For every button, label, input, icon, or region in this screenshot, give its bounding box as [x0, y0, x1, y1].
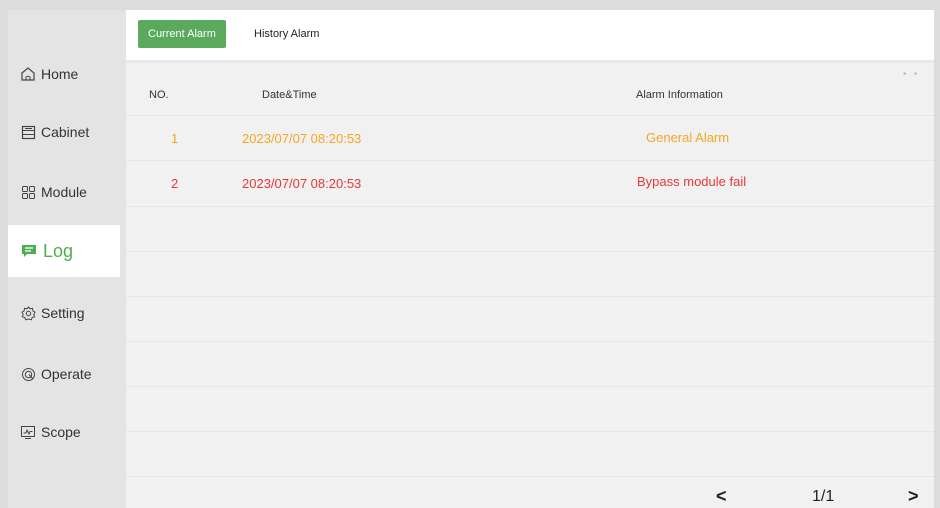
row-divider [126, 296, 934, 297]
sidebar-item-module[interactable]: Module [8, 166, 120, 218]
header-no: NO. [149, 89, 169, 101]
row-divider [126, 476, 934, 477]
row-no: 1 [171, 131, 179, 146]
row-datetime: 2023/07/07 08:20:53 [242, 176, 362, 191]
row-divider [126, 160, 934, 161]
alarm-table: ▪ ▪ NO. Date&Time Alarm Information 1 20… [126, 63, 934, 508]
sidebar-item-label: Cabinet [41, 124, 90, 140]
home-icon [20, 66, 36, 82]
scope-icon [20, 424, 36, 440]
sidebar-item-label: Setting [41, 305, 85, 321]
scroll-indicator: ▪ ▪ [903, 69, 920, 78]
sidebar-item-setting[interactable]: Setting [8, 287, 120, 339]
operate-icon [20, 366, 36, 382]
page-indicator: 1/1 [812, 488, 835, 505]
sidebar-item-cabinet[interactable]: Cabinet [8, 106, 120, 158]
prev-page-button[interactable]: < [716, 486, 727, 507]
sidebar-item-label: Home [41, 66, 79, 82]
alarm-tab-bar: Current Alarm History Alarm [126, 10, 934, 63]
row-no: 2 [171, 176, 179, 191]
sidebar: Home Cabinet Module Log Setting Operate … [8, 10, 126, 508]
module-icon [20, 184, 36, 200]
tab-history-alarm[interactable]: History Alarm [244, 20, 329, 48]
header-alarm-information: Alarm Information [636, 89, 723, 101]
log-icon [20, 242, 38, 260]
header-datetime: Date&Time [262, 89, 317, 101]
sidebar-item-home[interactable]: Home [8, 48, 120, 100]
row-divider [126, 386, 934, 387]
row-datetime: 2023/07/07 08:20:53 [242, 131, 362, 146]
row-divider [126, 206, 934, 207]
screen: Home Cabinet Module Log Setting Operate … [8, 10, 934, 508]
row-divider [126, 431, 934, 432]
row-divider [126, 341, 934, 342]
row-divider [126, 251, 934, 252]
sidebar-item-label: Operate [41, 366, 92, 382]
row-alarm-info: General Alarm [646, 130, 730, 145]
cabinet-icon [20, 124, 36, 140]
tab-current-alarm[interactable]: Current Alarm [138, 20, 226, 48]
gear-icon [20, 305, 36, 321]
sidebar-item-log[interactable]: Log [8, 225, 120, 277]
row-divider [126, 115, 934, 116]
row-alarm-info: Bypass module fail [637, 174, 747, 189]
sidebar-item-label: Module [41, 184, 87, 200]
sidebar-item-operate[interactable]: Operate [8, 348, 120, 400]
sidebar-item-label: Scope [41, 424, 81, 440]
sidebar-item-scope[interactable]: Scope [8, 406, 120, 458]
sidebar-item-label: Log [43, 240, 74, 261]
next-page-button[interactable]: > [908, 486, 919, 507]
